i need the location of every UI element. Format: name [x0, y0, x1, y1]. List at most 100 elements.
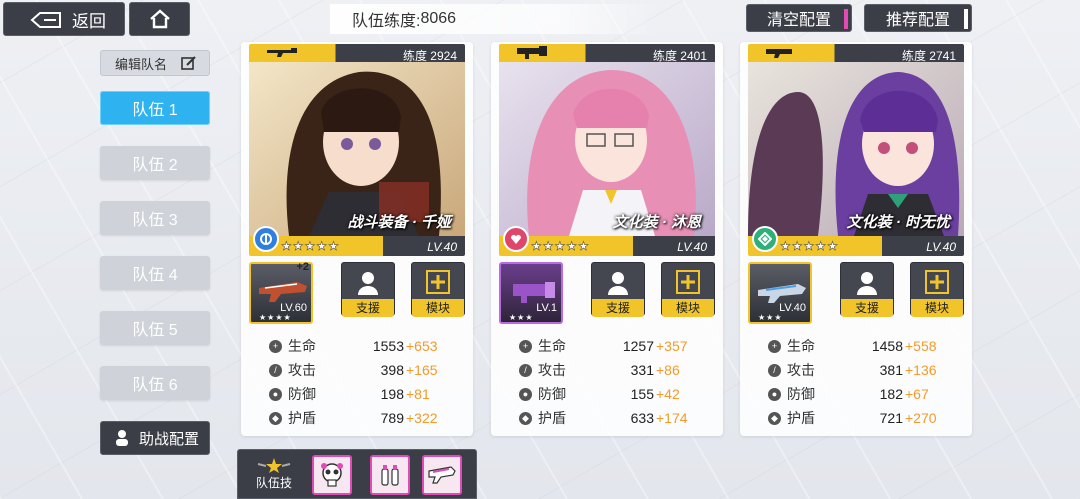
- edit-team-name-label: 编辑队名: [115, 56, 168, 72]
- star-rating: ★ ★ ★ ★ ★: [780, 239, 838, 254]
- tab-team-3[interactable]: 队伍 3: [100, 201, 210, 235]
- gun-skill-icon[interactable]: [422, 455, 462, 495]
- character-lv: LV.40: [677, 240, 707, 254]
- weapon-slot[interactable]: LV.40 ★★★: [748, 262, 812, 324]
- equipment-row: LV.40 ★★★ 支援 模块: [748, 262, 964, 324]
- character-portrait[interactable]: 练度 2401 文化装 · 沐恩 ★ ★ ★ ★ ★ LV.40: [499, 44, 715, 256]
- weapon-icon: [259, 282, 307, 302]
- character-portrait[interactable]: 练度 2741 文化装 · 时无忧 ★ ★ ★ ★ ★ LV.40: [748, 44, 964, 256]
- character-card-2[interactable]: 练度 2401 文化装 · 沐恩 ★ ★ ★ ★ ★ LV.40 LV.1 ★★★: [491, 42, 723, 436]
- character-name: 战斗装备 · 千娅: [347, 214, 451, 231]
- home-button[interactable]: [129, 2, 190, 36]
- stat-row-def: ● 防御 155 +42: [519, 382, 719, 406]
- stats-list: + 生命 1553 +653 /攻击 398 +165 ● 防御 198 +81 ◆ 护盾 789 +…: [269, 334, 469, 430]
- plus-icon: +: [519, 339, 532, 353]
- weapon-icon: [513, 282, 555, 303]
- stat-value: 331: [630, 362, 654, 378]
- character-portrait[interactable]: 练度 2924 战斗装备 · 千娅 ★ ★ ★ ★ ★ LV.40: [249, 44, 465, 256]
- support-slot[interactable]: 支援: [840, 262, 894, 317]
- tab-team-4[interactable]: 队伍 4: [100, 256, 210, 290]
- character-card-3[interactable]: 练度 2741 文化装 · 时无忧 ★ ★ ★ ★ ★ LV.40 LV.40 ★★★: [740, 42, 972, 436]
- attack-icon: /: [768, 363, 781, 377]
- module-icon: [426, 270, 450, 294]
- stat-bonus: +558: [905, 338, 937, 354]
- role-icon: [253, 226, 279, 252]
- stat-name: 护盾: [288, 410, 316, 426]
- tab-label: 队伍 2: [132, 157, 178, 174]
- team-skill-bar: 队伍技: [237, 449, 477, 499]
- tab-team-2[interactable]: 队伍 2: [100, 146, 210, 180]
- stats-list: + 生命 1257 +357 / 攻击 331 +86 ● 防御 155 +42 ◆ 护盾 633 +1…: [519, 334, 719, 430]
- home-icon: [149, 9, 170, 29]
- edit-icon: [181, 56, 196, 70]
- stat-bonus: +322: [406, 410, 438, 426]
- equipment-row: +2 LV.60 ★★★★ 支援 模块: [249, 261, 465, 324]
- stat-value: 1257: [622, 338, 654, 354]
- attack-icon: /: [269, 363, 282, 377]
- team-skill-label: 队伍技: [255, 476, 292, 490]
- assist-config-button[interactable]: 助战配置: [100, 421, 210, 455]
- team-level-display: 队伍练度: 8066: [330, 4, 660, 34]
- stat-name: 护盾: [787, 410, 815, 426]
- shield-icon: ◆: [768, 411, 781, 425]
- bottles-skill-icon[interactable]: [370, 455, 410, 495]
- stat-name: 攻击: [787, 362, 815, 378]
- stat-row-shield: ◆ 护盾 633 +174: [519, 406, 719, 430]
- support-label: 支援: [592, 299, 644, 317]
- stat-value: 633: [630, 410, 654, 426]
- weapon-level: LV.40: [779, 302, 806, 314]
- edit-team-name-button[interactable]: 编辑队名: [100, 50, 210, 76]
- stats-list: + 生命 1458 +558 /攻击 381 +136 ● 防御 182 +67 ◆ 护盾 721 +…: [768, 334, 968, 430]
- back-button[interactable]: 返回: [3, 2, 125, 36]
- weapon-stars: ★★★: [509, 313, 534, 322]
- stat-value: 182: [879, 386, 903, 402]
- clear-config-label: 清空配置: [766, 12, 831, 29]
- stat-value: 381: [879, 362, 903, 378]
- weapon-stars: ★★★: [758, 313, 783, 322]
- tab-team-1[interactable]: 队伍 1: [100, 91, 210, 125]
- shield-icon: ◆: [269, 411, 282, 425]
- plus-icon: +: [269, 339, 282, 353]
- weapon-slot[interactable]: +2 LV.60 ★★★★: [249, 261, 313, 324]
- stat-name: 防御: [538, 386, 566, 402]
- stat-value: 398: [380, 362, 404, 378]
- support-slot[interactable]: 支援: [591, 262, 645, 317]
- stat-name: 防御: [787, 386, 815, 402]
- team-skill-header: 队伍技: [246, 456, 302, 496]
- recommend-config-button[interactable]: 推荐配置: [864, 4, 972, 32]
- stat-bonus: +136: [905, 362, 937, 378]
- tab-label: 队伍 3: [132, 212, 178, 229]
- character-card-1[interactable]: 练度 2924 战斗装备 · 千娅 ★ ★ ★ ★ ★ LV.40 +2 LV.60 ★…: [241, 42, 473, 436]
- skull-skill-icon[interactable]: [312, 455, 352, 495]
- tab-team-5[interactable]: 队伍 5: [100, 311, 210, 345]
- character-lv: LV.40: [926, 240, 956, 254]
- back-label: 返回: [72, 11, 106, 31]
- stat-bonus: +270: [905, 410, 937, 426]
- launcher-icon: [517, 46, 547, 59]
- module-slot[interactable]: 模块: [661, 262, 715, 317]
- stat-bonus: +174: [656, 410, 688, 426]
- clear-config-button[interactable]: 清空配置: [746, 4, 852, 32]
- team-level-label: 队伍练度:: [352, 13, 421, 30]
- stat-bonus: +81: [406, 386, 430, 402]
- module-slot[interactable]: 模块: [910, 262, 964, 317]
- support-icon: [358, 272, 378, 295]
- attack-icon: /: [519, 363, 532, 377]
- tab-team-6[interactable]: 队伍 6: [100, 366, 210, 400]
- stat-value: 155: [630, 386, 654, 402]
- stat-row-hp: + 生命 1458 +558: [768, 334, 968, 358]
- weapon-plus: +2: [296, 261, 309, 273]
- support-icon: [608, 272, 628, 295]
- weapon-level: LV.1: [536, 302, 557, 314]
- stat-bonus: +67: [905, 386, 929, 402]
- stat-row-atk: / 攻击 331 +86: [519, 358, 719, 382]
- support-slot[interactable]: 支援: [341, 262, 395, 317]
- tab-label: 队伍 1: [132, 102, 178, 119]
- team-level-value: 8066: [420, 10, 457, 27]
- character-art: [748, 62, 964, 236]
- stat-row-hp: + 生命 1257 +357: [519, 334, 719, 358]
- role-icon: [503, 226, 529, 252]
- weapon-slot[interactable]: LV.1 ★★★: [499, 262, 563, 324]
- character-lv: LV.40: [427, 240, 457, 254]
- module-slot[interactable]: 模块: [411, 262, 465, 317]
